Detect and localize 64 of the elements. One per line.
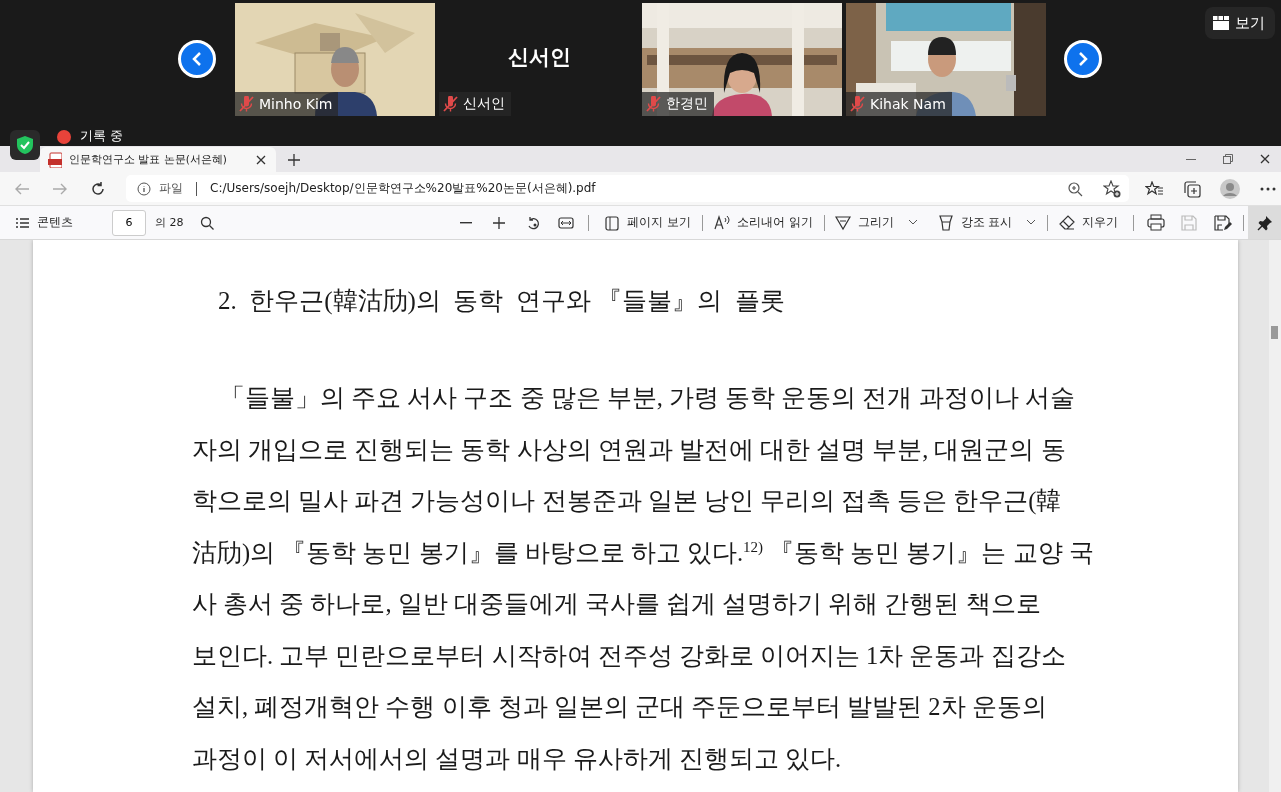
- pin-toolbar-button[interactable]: [1248, 206, 1281, 239]
- highlighter-icon: [937, 214, 954, 231]
- body-paragraph: 「들불」의 주요 서사 구조 중 많은 부분, 가령 동학 운동의 전개 과정이나 서술 자의 개입으로 진행되는 동학 사상의 연원과 발전에 대한 설명 부분, 대원군의 동 학으로의 밀사 파견 가능성이나 전봉준과 일본 낭인 무리의 접촉 등은 한우근(韓 沽劤)의 『동학 농민 봉기』를 바탕으로 하고 있다.$^{12)}$ 『동학 농민 봉기』는 교양 국 사 총서 중 하나로, 일반 대중들에게 국사를 쉽게 설명하기 위해 간행된 책으로 보인다. 고부 민란으로부터 시작하여 전주성 강화로 이어지는 1차 운동과 집강소 설치, 폐정개혁안 수행 이후 청과 일본의 군대 주둔으로부터 발발된 2차 운동의 과정이 이 저서에서의 설명과 매우 유사하게 진행되고 있다.: [192, 383, 1095, 774]
- page-count: 의 28: [155, 215, 184, 230]
- close-icon: [1258, 152, 1272, 166]
- refresh-icon: [90, 180, 106, 197]
- tool-button[interactable]: 소리내어 읽기: [708, 208, 818, 237]
- tool-button[interactable]: 그리기: [830, 208, 900, 237]
- profile-button[interactable]: [1219, 176, 1241, 201]
- shield-check-icon: [17, 136, 33, 154]
- minimize-icon: [1186, 158, 1196, 160]
- url-text: C:/Users/soejh/Desktop/인문학연구소%20발표%20논문(서은혜).pdf: [210, 180, 597, 197]
- restore-icon: [1223, 154, 1233, 164]
- add-favorite-button[interactable]: [1103, 179, 1121, 198]
- read-aloud-icon: [713, 214, 730, 231]
- page-view-icon: [604, 214, 621, 231]
- printer-icon: [1147, 214, 1166, 231]
- security-button[interactable]: [10, 130, 40, 160]
- pdf-file-icon: [48, 151, 62, 168]
- save-icon: [1181, 214, 1198, 231]
- grid-icon: [1213, 16, 1229, 30]
- chevron-right-icon: [1077, 51, 1089, 67]
- previous-page-button[interactable]: [178, 40, 216, 78]
- plus-icon: [492, 215, 507, 230]
- participant-name: Minho Kim: [259, 96, 333, 112]
- tool-button[interactable]: 강조 표시: [932, 208, 1018, 237]
- tool-button[interactable]: 지우기: [1053, 208, 1123, 237]
- next-page-button[interactable]: [1064, 40, 1102, 78]
- zoom-button[interactable]: [1067, 180, 1083, 197]
- info-icon: [137, 181, 151, 196]
- recording-label: 기록 중: [80, 128, 124, 144]
- pin-icon: [1256, 214, 1273, 231]
- scheme-label: 파일: [159, 180, 183, 197]
- recording-dot-icon: [57, 130, 71, 144]
- pen-icon: [835, 214, 852, 231]
- minus-icon: [460, 221, 473, 224]
- tab-title: 인문학연구소 발표 논문(서은혜): [69, 152, 228, 167]
- more-icon: [1260, 186, 1276, 191]
- zoom-in-icon: [1067, 180, 1083, 197]
- caret-icon: [908, 219, 919, 226]
- section-heading: 2. 한우근(韓沽劤)의 동학 연구와 『들불』의 플롯: [218, 286, 786, 317]
- view-button[interactable]: 보기: [1205, 7, 1275, 39]
- save-edit-icon: [1213, 214, 1232, 231]
- page-number-field[interactable]: 6: [112, 209, 146, 236]
- scrollbar[interactable]: [1269, 240, 1281, 792]
- contents-button[interactable]: 콘텐츠: [10, 208, 78, 237]
- star-list-icon: [1145, 180, 1163, 197]
- participant-name: 신서인: [463, 95, 505, 113]
- browser-tab[interactable]: 인문학연구소 발표 논문(서은혜): [40, 147, 276, 172]
- tool-button[interactable]: 페이지 보기: [599, 208, 696, 237]
- list-icon: [15, 216, 30, 229]
- participant-name: Kihak Nam: [870, 96, 946, 112]
- star-plus-icon: [1103, 179, 1121, 198]
- fit-width-icon: [557, 214, 574, 231]
- participant-name: 한경민: [666, 95, 708, 113]
- address-bar[interactable]: 파일 C:/Users/soejh/Desktop/인문학연구소%20발표%20논문(서은혜).pdf: [126, 175, 1129, 202]
- avatar-icon: [1220, 178, 1240, 199]
- search-icon: [200, 215, 215, 230]
- collections-icon: [1183, 179, 1201, 198]
- chevron-left-icon: [191, 51, 203, 67]
- eraser-icon: [1058, 214, 1075, 231]
- caret-icon: [1026, 219, 1037, 226]
- plus-icon: [287, 153, 301, 167]
- participant-name: 신서인: [506, 44, 572, 71]
